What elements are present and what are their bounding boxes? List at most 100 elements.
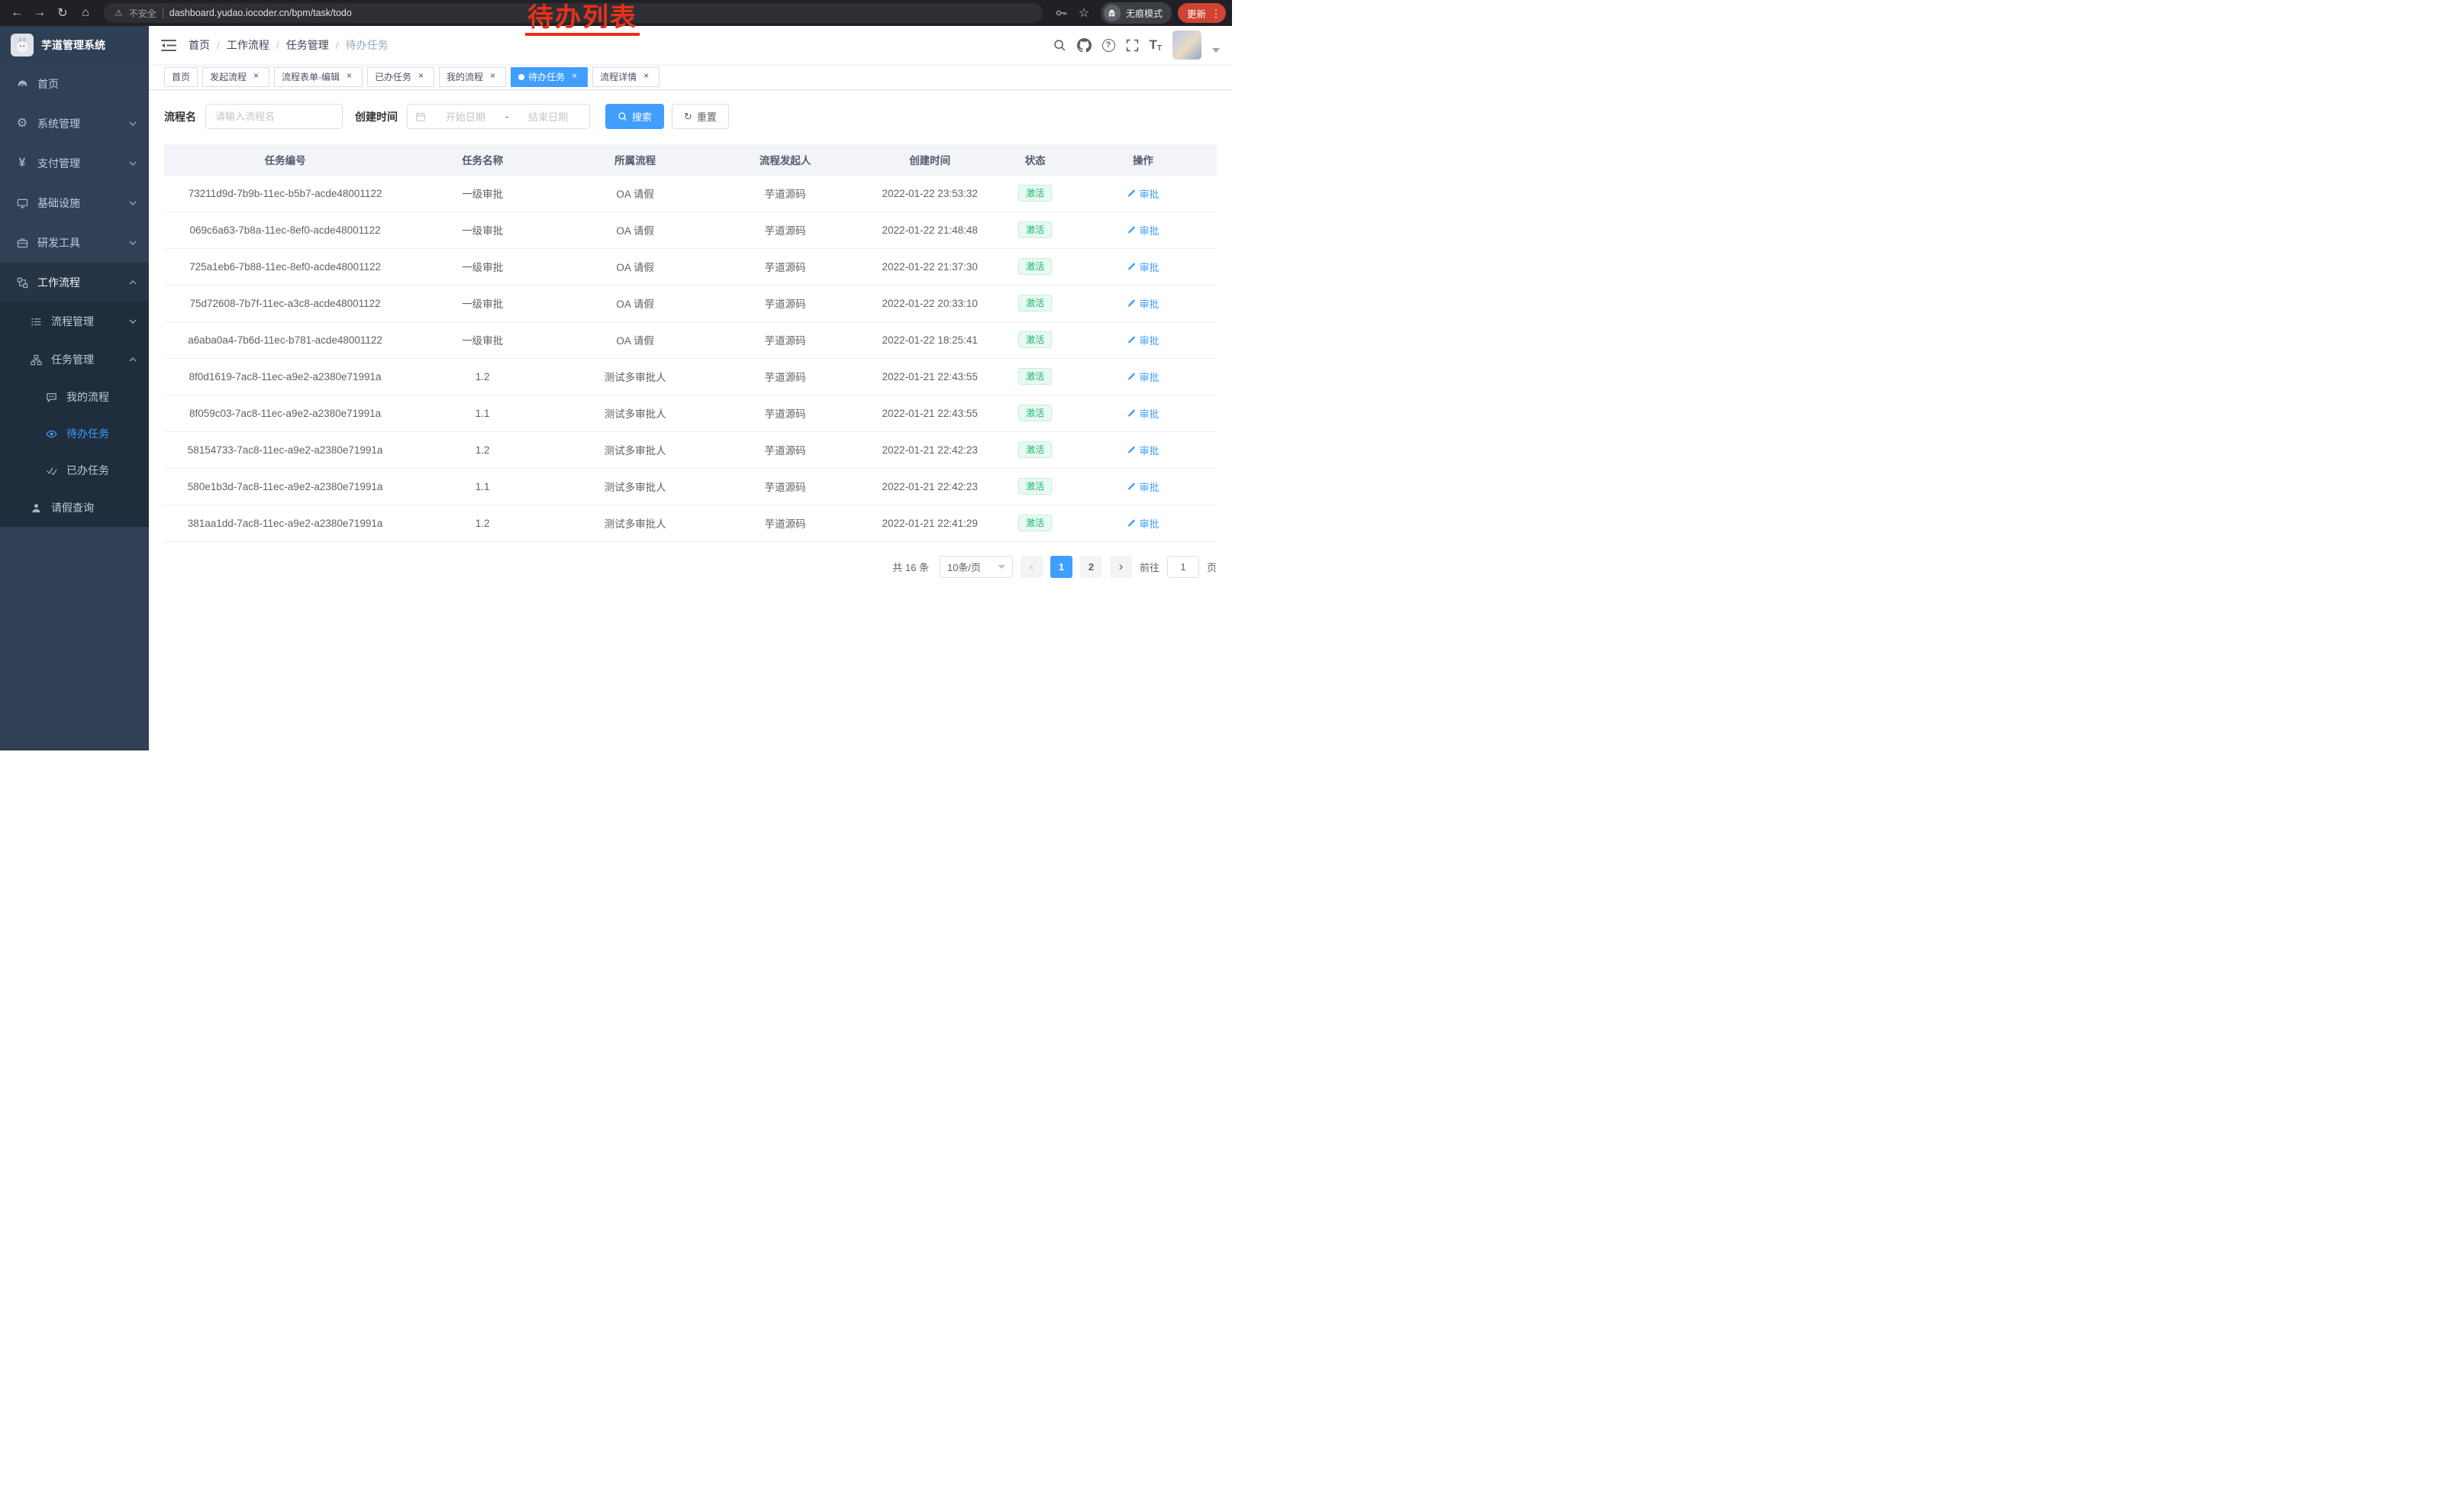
tab-label: 流程详情: [600, 70, 637, 83]
tab-label: 流程表单-编辑: [282, 70, 340, 83]
gear-icon: ⚙: [15, 118, 29, 130]
app-logo[interactable]: 芋道管理系统: [0, 26, 149, 64]
approve-button[interactable]: 审批: [1127, 406, 1159, 421]
table-header-row: 任务编号任务名称所属流程流程发起人创建时间状态操作: [164, 144, 1217, 175]
sidebar-toggle-icon[interactable]: [161, 39, 176, 52]
approve-button[interactable]: 审批: [1127, 223, 1159, 237]
sidebar-item-infrastructure[interactable]: 基础设施: [0, 183, 149, 223]
end-date-placeholder[interactable]: 结束日期: [514, 109, 582, 124]
filter-bar: 流程名 创建时间 开始日期 - 结束日期: [164, 104, 1217, 129]
back-icon[interactable]: ←: [6, 2, 27, 24]
tab-close-icon[interactable]: ×: [415, 71, 427, 82]
approve-button[interactable]: 审批: [1127, 370, 1159, 384]
tab-close-icon[interactable]: ×: [343, 71, 355, 82]
browser-menu-icon[interactable]: ⋮: [1211, 7, 1221, 20]
create-time-cell: 2022-01-22 21:37:30: [859, 248, 1001, 285]
sidebar-item-label: 请假查询: [51, 500, 94, 515]
reset-button[interactable]: ↻ 重置: [672, 104, 729, 129]
sidebar-item-home[interactable]: 首页: [0, 64, 149, 104]
tab[interactable]: 流程详情 ×: [592, 67, 660, 87]
search-button-label: 搜索: [632, 109, 652, 124]
task-name-cell: 1.2: [406, 358, 559, 395]
tab-close-icon[interactable]: ×: [569, 71, 580, 82]
approve-button[interactable]: 审批: [1127, 516, 1159, 531]
tab[interactable]: 发起流程 ×: [202, 67, 269, 87]
tab[interactable]: 待办任务 ×: [511, 67, 588, 87]
search-button[interactable]: 搜索: [605, 104, 664, 129]
edit-icon: [1127, 299, 1136, 308]
sidebar-item-leave-query[interactable]: 请假查询: [0, 489, 149, 527]
task-name-cell: 一级审批: [406, 175, 559, 211]
tab[interactable]: 流程表单-编辑 ×: [274, 67, 363, 87]
user-avatar[interactable]: [1172, 31, 1201, 60]
action-cell: 审批: [1069, 505, 1217, 541]
sidebar-item-todo-tasks[interactable]: 待办任务: [0, 415, 149, 452]
github-icon[interactable]: [1077, 38, 1092, 53]
sidebar-item-process-management[interactable]: 流程管理: [0, 302, 149, 341]
approve-button[interactable]: 审批: [1127, 443, 1159, 457]
tab-close-icon[interactable]: ×: [487, 71, 498, 82]
process-name-input[interactable]: [205, 104, 343, 129]
refresh-icon: ↻: [684, 111, 692, 121]
start-date-placeholder[interactable]: 开始日期: [432, 109, 499, 124]
process-cell: OA 请假: [559, 211, 711, 248]
approve-button[interactable]: 审批: [1127, 333, 1159, 347]
process-cell: 测试多审批人: [559, 358, 711, 395]
security-label[interactable]: 不安全: [129, 7, 156, 20]
forward-icon[interactable]: →: [29, 2, 50, 24]
breadcrumb-item[interactable]: 任务管理: [286, 37, 346, 53]
caret-down-icon[interactable]: [1212, 48, 1220, 53]
tab[interactable]: 我的流程 ×: [439, 67, 506, 87]
page-button-2[interactable]: 2: [1080, 556, 1102, 578]
sidebar-item-system[interactable]: ⚙ 系统管理: [0, 104, 149, 144]
breadcrumb-item[interactable]: 工作流程: [227, 37, 286, 53]
sidebar-item-my-process[interactable]: 我的流程: [0, 379, 149, 415]
approve-button[interactable]: 审批: [1127, 186, 1159, 201]
next-page-button[interactable]: ›: [1110, 556, 1132, 578]
sidebar-item-workflow[interactable]: 工作流程: [0, 263, 149, 302]
prev-page-button[interactable]: ‹: [1021, 556, 1043, 578]
help-icon[interactable]: ?: [1102, 39, 1115, 52]
breadcrumb-item[interactable]: 待办任务: [346, 37, 389, 53]
create-time-label: 创建时间: [355, 109, 398, 124]
approve-button[interactable]: 审批: [1127, 260, 1159, 274]
app-title: 芋道管理系统: [41, 37, 105, 53]
reload-icon[interactable]: ↻: [52, 2, 73, 24]
url-text[interactable]: dashboard.yudao.iocoder.cn/bpm/task/todo: [169, 8, 352, 18]
tab[interactable]: 已办任务 ×: [367, 67, 434, 87]
sidebar-item-payment[interactable]: ¥ 支付管理: [0, 144, 149, 183]
table-row: 58154733-7ac8-11ec-a9e2-a2380e71991a 1.2…: [164, 431, 1217, 468]
date-range-picker[interactable]: 开始日期 - 结束日期: [407, 104, 590, 129]
task-id-cell: 58154733-7ac8-11ec-a9e2-a2380e71991a: [164, 431, 406, 468]
goto-page-input[interactable]: [1167, 556, 1199, 578]
bookmark-star-icon[interactable]: ☆: [1073, 2, 1095, 24]
column-header: 任务编号: [164, 144, 406, 175]
tab[interactable]: 首页: [164, 67, 198, 87]
page-button-1[interactable]: 1: [1050, 556, 1072, 578]
password-key-icon[interactable]: [1050, 2, 1072, 24]
page-size-select[interactable]: 10条/页: [940, 556, 1013, 578]
font-size-icon[interactable]: TT: [1150, 37, 1163, 53]
incognito-badge[interactable]: 无痕模式: [1101, 2, 1172, 24]
edit-icon: [1127, 408, 1136, 418]
tab-close-icon[interactable]: ×: [640, 71, 652, 82]
tasks-table: 任务编号任务名称所属流程流程发起人创建时间状态操作 73211d9d-7b9b-…: [164, 144, 1217, 542]
starter-cell: 芋道源码: [711, 248, 859, 285]
browser-toolbar: ← → ↻ ⌂ ⚠ 不安全 dashboard.yudao.iocoder.cn…: [0, 0, 1232, 26]
status-badge: 激活: [1018, 405, 1052, 421]
address-bar[interactable]: ⚠ 不安全 dashboard.yudao.iocoder.cn/bpm/tas…: [104, 3, 1043, 23]
home-icon[interactable]: ⌂: [75, 2, 96, 24]
search-icon[interactable]: [1053, 38, 1066, 52]
task-name-cell: 一级审批: [406, 211, 559, 248]
edit-icon: [1127, 482, 1136, 491]
breadcrumb-item[interactable]: 首页: [189, 37, 227, 53]
sidebar-item-dev-tools[interactable]: 研发工具: [0, 223, 149, 263]
tab-close-icon[interactable]: ×: [250, 71, 262, 82]
sidebar-item-task-management[interactable]: 任务管理: [0, 341, 149, 379]
fullscreen-icon[interactable]: [1126, 39, 1139, 52]
approve-button[interactable]: 审批: [1127, 296, 1159, 311]
status-badge: 激活: [1018, 441, 1052, 458]
update-button[interactable]: 更新 ⋮: [1178, 3, 1226, 23]
sidebar-item-done-tasks[interactable]: 已办任务: [0, 452, 149, 489]
approve-button[interactable]: 审批: [1127, 479, 1159, 494]
